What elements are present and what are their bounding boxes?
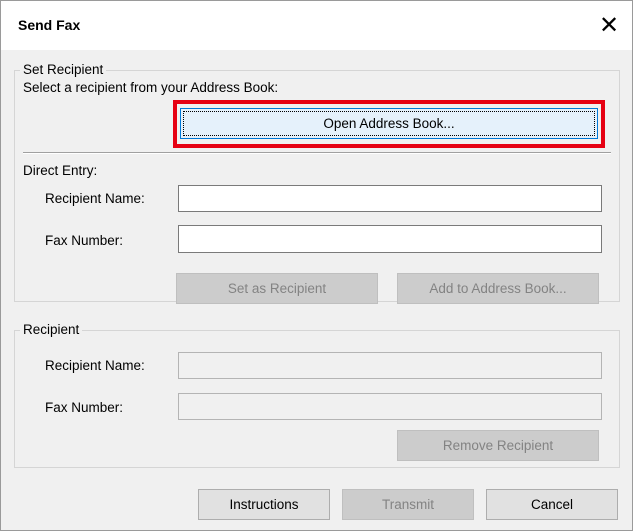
direct-fax-number-label: Fax Number: [45,233,124,248]
instructions-button[interactable]: Instructions [198,489,330,520]
add-to-address-book-button[interactable]: Add to Address Book... [397,273,599,304]
address-book-instruction: Select a recipient from your Address Boo… [23,80,279,95]
cancel-button[interactable]: Cancel [486,489,618,520]
open-address-book-button[interactable]: Open Address Book... [180,108,598,139]
cancel-label: Cancel [530,497,574,512]
set-recipient-group-label: Set Recipient [20,62,107,77]
add-to-address-book-label: Add to Address Book... [429,281,567,296]
remove-recipient-label: Remove Recipient [442,438,554,453]
recipient-name-label: Recipient Name: [45,358,145,373]
set-as-recipient-button[interactable]: Set as Recipient [176,273,378,304]
remove-recipient-button[interactable]: Remove Recipient [397,430,599,461]
direct-recipient-name-input[interactable] [178,185,602,212]
set-as-recipient-label: Set as Recipient [227,281,327,296]
direct-fax-number-input[interactable] [178,225,602,253]
recipient-fax-number-field [178,393,602,420]
direct-recipient-name-label: Recipient Name: [45,191,145,206]
transmit-button[interactable]: Transmit [342,489,474,520]
focus-rectangle [183,111,595,136]
instructions-label: Instructions [229,497,299,512]
recipient-fax-number-label: Fax Number: [45,400,124,415]
recipient-group-label: Recipient [20,322,83,337]
dialog-title: Send Fax [18,17,81,33]
direct-entry-label: Direct Entry: [23,163,98,178]
transmit-label: Transmit [381,497,434,512]
recipient-name-field [178,352,602,379]
close-icon[interactable]: ✕ [589,6,629,44]
title-bar: Send Fax ✕ [0,0,633,50]
separator [23,152,611,154]
